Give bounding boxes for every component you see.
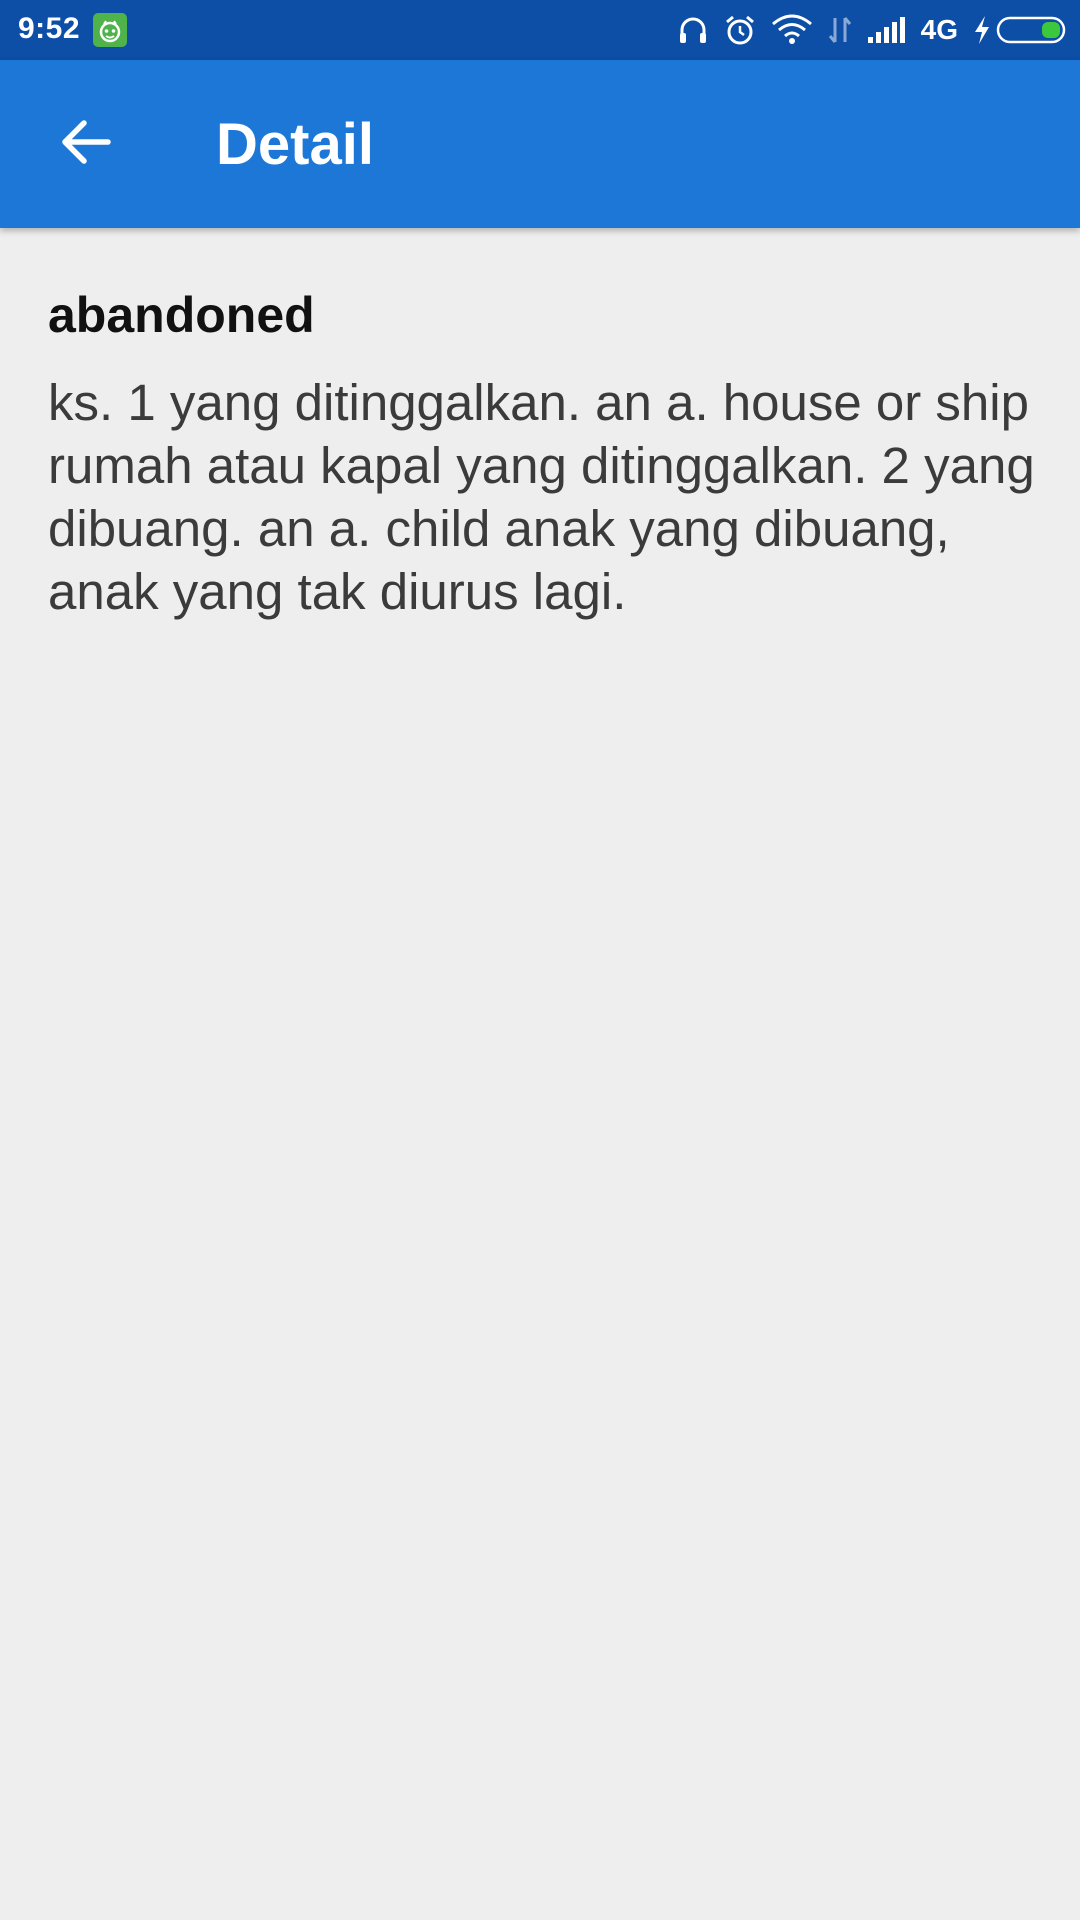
app-bar: Detail (0, 60, 1080, 228)
status-bar: 9:52 4G (0, 0, 1080, 60)
page-title: Detail (216, 112, 374, 177)
data-transfer-icon (827, 14, 853, 46)
network-type-label: 4G (920, 14, 958, 45)
arrow-back-icon (58, 117, 112, 172)
signal-icon (867, 15, 907, 45)
back-button[interactable] (40, 104, 130, 184)
status-icons: 4G (663, 0, 1068, 60)
headphones-icon (677, 14, 709, 46)
entry-definition: ks. 1 yang ditinggalkan. an a. house or … (48, 374, 1035, 620)
notification-app-icon (93, 13, 127, 47)
alarm-icon (723, 13, 757, 47)
entry-content: abandoned ks. 1 yang ditinggalkan. an a.… (48, 285, 1038, 623)
status-time: 9:52 (18, 12, 81, 45)
battery-icon (996, 15, 1068, 45)
entry-word: abandoned (48, 287, 315, 343)
wifi-icon (771, 14, 813, 46)
charging-icon (972, 14, 992, 46)
